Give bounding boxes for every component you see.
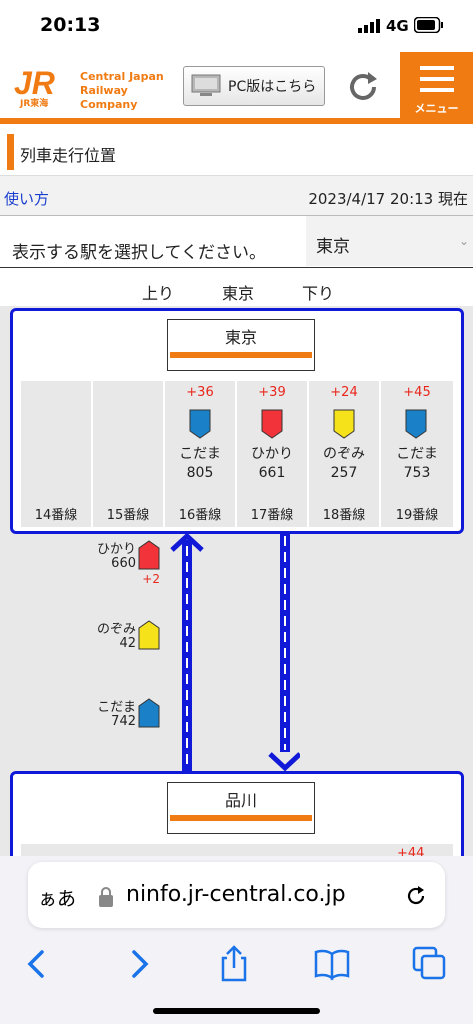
train-number: 661 [258, 465, 286, 481]
forward-icon[interactable] [118, 944, 158, 984]
station-name: 東京 [224, 328, 257, 347]
train-type: こだま [396, 446, 438, 462]
train-kodama-icon[interactable] [189, 409, 211, 439]
status-bar: 20:13 4G [0, 0, 473, 52]
info-bar: 使い方 2023/4/17 20:13 現在 [0, 176, 473, 216]
train-number: 42 [119, 636, 136, 651]
menu-label: メニュー [414, 102, 459, 115]
header-divider [0, 118, 473, 124]
page-title-bar: 列車走行位置 [0, 128, 473, 176]
browser-toolbar: ぁあ ninfo.jr-central.co.jp [0, 856, 473, 1024]
direction-down: 下り [302, 284, 335, 303]
station-line [170, 815, 312, 821]
train-hikari-icon[interactable] [261, 409, 283, 439]
hamburger-icon [420, 66, 454, 92]
station-box-tokyo: 東京 14番線 15番線 +36 こだま 805 16番線 +39 ひかり 66… [10, 308, 464, 534]
reload-icon[interactable] [344, 68, 382, 106]
platform-17[interactable]: +39 ひかり 661 17番線 [237, 381, 307, 527]
share-icon[interactable] [214, 944, 254, 984]
train-nozomi-icon[interactable] [333, 409, 355, 439]
network-label: 4G [386, 17, 409, 35]
train-number: 660 [111, 556, 136, 571]
page-title: 列車走行位置 [20, 146, 117, 165]
train-kodama-icon[interactable] [405, 409, 427, 439]
train-hikari-icon [138, 540, 160, 570]
train-position-map: 東京 14番線 15番線 +36 こだま 805 16番線 +39 ひかり 66… [0, 306, 473, 881]
site-header: JR JR東海 Central Japan Railway Company PC… [0, 52, 473, 122]
direction-header: 上り 東京 下り [0, 269, 473, 307]
train-type: のぞみ [96, 622, 136, 637]
company-line1: Central Japan [80, 70, 164, 83]
train-type: のぞみ [323, 446, 365, 462]
platform-16[interactable]: +36 こだま 805 16番線 [165, 381, 235, 527]
delay-badge: +2 [142, 572, 160, 586]
train-type: こだま [179, 446, 221, 462]
delay-badge: +24 [330, 385, 358, 400]
station-name: 品川 [224, 791, 257, 810]
running-train-kodama[interactable]: こだま 742 [88, 696, 168, 736]
train-type: こだま [97, 700, 136, 715]
company-line2: Railway Company [80, 84, 138, 111]
how-to-link[interactable]: 使い方 [4, 188, 49, 209]
address-bar[interactable]: ぁあ ninfo.jr-central.co.jp [28, 862, 445, 928]
chevron-down-icon: ⌄ [458, 234, 469, 248]
station-select-value: 東京 [316, 237, 350, 257]
train-nozomi-icon [138, 620, 160, 650]
station-select-label: 表示する駅を選択してください。 [12, 243, 266, 263]
title-accent [7, 134, 14, 170]
train-type: ひかり [96, 542, 136, 557]
direction-up: 上り [142, 284, 175, 303]
running-train-hikari[interactable]: ひかり 660 +2 [88, 538, 168, 586]
delay-badge: +36 [186, 385, 214, 400]
platform-14: 14番線 [21, 381, 91, 527]
station-select[interactable]: 東京 ⌄ [306, 216, 473, 266]
menu-button[interactable]: メニュー [400, 52, 473, 118]
train-number: 805 [186, 465, 214, 481]
train-number: 257 [330, 465, 358, 481]
signal-icon [358, 19, 380, 33]
updated-time: 2023/4/17 20:13 現在 [308, 190, 468, 208]
reader-settings-button[interactable]: ぁあ [38, 884, 76, 911]
back-icon[interactable] [18, 944, 58, 984]
platform-label: 19番線 [395, 508, 439, 523]
station-select-row: 表示する駅を選択してください。 東京 ⌄ [0, 216, 473, 268]
platform-label: 18番線 [322, 508, 366, 523]
train-type: ひかり [251, 446, 293, 462]
station-name-box[interactable]: 東京 [167, 319, 315, 371]
train-number: 753 [403, 465, 431, 481]
station-line [170, 352, 312, 358]
delay-badge: +45 [403, 385, 431, 400]
status-time: 20:13 [40, 14, 101, 36]
lock-icon [99, 887, 113, 907]
delay-badge: +39 [258, 385, 286, 400]
tabs-icon[interactable] [410, 944, 450, 984]
platform-18[interactable]: +24 のぞみ 257 18番線 [309, 381, 379, 527]
running-train-nozomi[interactable]: のぞみ 42 [88, 618, 168, 658]
direction-station: 東京 [222, 284, 255, 303]
pc-version-label: PC版はこちら [228, 79, 317, 95]
platform-label: 14番線 [34, 508, 78, 523]
track-lines [170, 532, 300, 772]
platform-label: 15番線 [106, 508, 150, 523]
bookmarks-icon[interactable] [312, 944, 352, 984]
pc-version-button[interactable]: PC版はこちら [183, 66, 325, 106]
jr-logo-icon[interactable]: JR [12, 66, 72, 98]
reload-icon[interactable] [404, 884, 428, 908]
platform-label: 17番線 [250, 508, 294, 523]
logo-subtitle: JR東海 [20, 99, 49, 109]
home-indicator [153, 1008, 320, 1014]
platform-15: 15番線 [93, 381, 163, 527]
train-number: 742 [111, 714, 136, 729]
jr-logo-text: JR [14, 66, 55, 98]
battery-icon [414, 17, 443, 33]
station-name-box[interactable]: 品川 [167, 782, 315, 834]
company-name: Central Japan Railway Company [80, 70, 180, 112]
platform-19[interactable]: +45 こだま 753 19番線 [381, 381, 453, 527]
platform-label: 16番線 [178, 508, 222, 523]
url-text: ninfo.jr-central.co.jp [126, 882, 346, 907]
computer-icon [191, 74, 221, 96]
train-kodama-icon [138, 698, 160, 728]
